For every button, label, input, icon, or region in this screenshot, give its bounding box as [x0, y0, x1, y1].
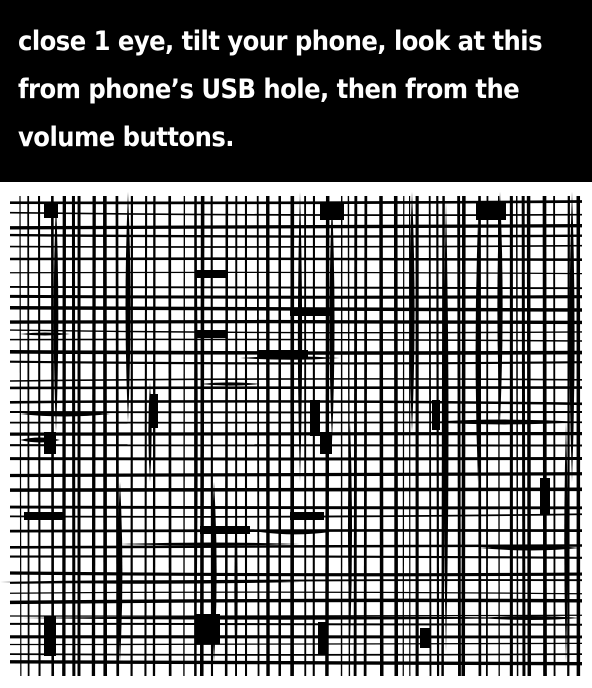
grid-vertical-line — [353, 195, 358, 677]
grid-vertical-line — [567, 195, 570, 677]
grid-vertical-line — [542, 195, 547, 677]
hidden-message-line-grid — [0, 192, 583, 677]
grid-horizontal-line — [9, 360, 583, 365]
grid-horizontal-line — [9, 660, 583, 666]
grid-horizontal-line — [9, 653, 583, 656]
letter-fragment-block — [44, 616, 56, 656]
grid-vertical-line — [521, 195, 526, 677]
grid-vertical-line — [256, 195, 260, 677]
letter-fragment-block — [196, 614, 220, 644]
letter-fragment-block — [258, 350, 308, 358]
letter-fragment-block — [290, 308, 330, 316]
grid-vertical-line — [38, 195, 41, 677]
grid-vertical-line — [485, 195, 489, 677]
letter-fragment-block — [196, 330, 226, 338]
letter-fragment-block — [44, 432, 56, 454]
grid-horizontal-line — [9, 555, 583, 559]
grid-horizontal-line — [9, 431, 583, 436]
letter-fragment-block — [318, 622, 328, 654]
grid-horizontal-line — [9, 622, 583, 626]
grid-horizontal-line — [9, 598, 583, 605]
letter-fragment-block — [44, 202, 58, 218]
stretched-letter-stroke — [329, 202, 335, 442]
grid-vertical-line — [62, 195, 67, 677]
letter-fragment-block — [420, 628, 430, 648]
grid-horizontal-line — [9, 591, 583, 595]
letter-fragment-block — [476, 202, 506, 220]
stretched-letter-stroke — [120, 542, 300, 546]
grid-vertical-line — [115, 195, 120, 677]
letter-fragment-block — [196, 270, 226, 278]
grid-vertical-line — [199, 195, 205, 677]
grid-horizontal-line — [9, 224, 583, 230]
stretched-letter-stroke — [430, 419, 580, 425]
letter-fragment-block — [540, 478, 550, 514]
grid-horizontal-line — [9, 472, 583, 478]
grid-horizontal-line — [9, 285, 583, 290]
grid-horizontal-line — [9, 642, 583, 646]
grid-horizontal-line — [9, 319, 583, 325]
letter-fragment-block — [432, 400, 440, 430]
caption-banner: close 1 eye, tilt your phone, look at th… — [0, 0, 592, 182]
grid-horizontal-line — [9, 233, 583, 238]
grid-vertical-line — [515, 195, 519, 677]
grid-vertical-line — [526, 195, 532, 677]
grid-horizontal-line — [9, 614, 583, 617]
grid-vertical-line — [91, 195, 96, 677]
grid-horizontal-line — [9, 329, 583, 334]
optical-illusion-image — [0, 182, 592, 688]
letter-fragment-block — [290, 512, 324, 520]
grid-vertical-line — [363, 195, 368, 677]
grid-horizontal-line — [9, 257, 583, 261]
letter-fragment-block — [320, 202, 344, 220]
letter-fragment-block — [150, 394, 158, 428]
grid-vertical-line — [402, 195, 405, 677]
caption-text: close 1 eye, tilt your phone, look at th… — [18, 26, 543, 153]
grid-horizontal-line — [9, 400, 583, 406]
grid-horizontal-line — [9, 571, 583, 577]
grid-horizontal-line — [9, 487, 583, 492]
grid-horizontal-line — [9, 244, 583, 248]
grid-horizontal-line — [9, 294, 583, 299]
grid-vertical-line — [144, 195, 148, 677]
grid-vertical-line — [436, 195, 440, 677]
grid-vertical-line — [224, 195, 229, 677]
letter-fragment-block — [320, 432, 332, 454]
grid-horizontal-line — [9, 457, 583, 461]
letter-fragment-block — [310, 400, 320, 436]
grid-horizontal-line — [9, 271, 583, 275]
grid-horizontal-line — [9, 505, 583, 510]
grid-vertical-line — [457, 195, 461, 677]
letter-fragment-block — [200, 526, 250, 534]
grid-vertical-line — [428, 195, 432, 677]
grid-horizontal-line — [9, 378, 583, 382]
grid-vertical-line — [461, 195, 466, 677]
letter-fragment-block — [24, 512, 64, 520]
grid-vertical-line — [441, 195, 445, 677]
stretched-letter-stroke — [200, 382, 260, 386]
grid-vertical-line — [379, 195, 384, 677]
grid-horizontal-line — [9, 338, 583, 342]
grid-vertical-line — [393, 195, 399, 677]
